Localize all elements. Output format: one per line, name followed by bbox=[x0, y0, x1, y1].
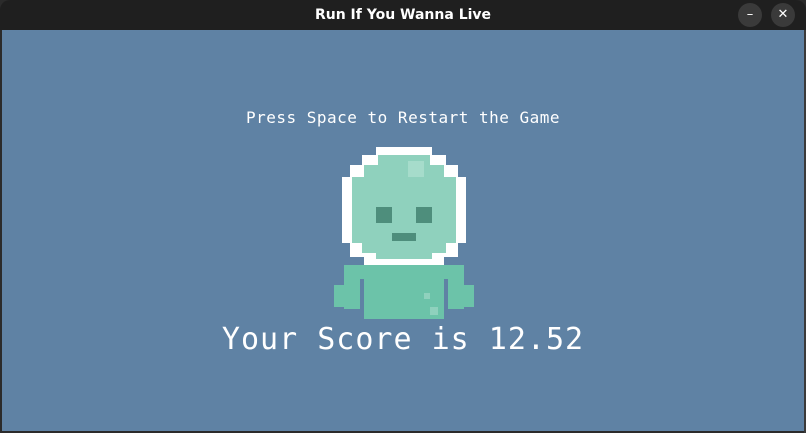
minimize-icon: – bbox=[746, 7, 754, 22]
minimize-button[interactable]: – bbox=[738, 3, 762, 27]
alien-body bbox=[334, 265, 474, 319]
body-spot bbox=[424, 293, 430, 299]
alien-astronaut-sprite bbox=[334, 147, 474, 319]
helmet-shine bbox=[408, 161, 424, 177]
restart-prompt: Press Space to Restart the Game bbox=[245, 108, 561, 127]
window-title: Run If You Wanna Live bbox=[314, 7, 492, 23]
window-titlebar[interactable]: Run If You Wanna Live – ✕ bbox=[0, 0, 806, 30]
close-icon: ✕ bbox=[777, 7, 789, 22]
score-text: Your Score is 12.52 bbox=[221, 322, 585, 357]
alien-face bbox=[352, 155, 456, 259]
body-spot bbox=[430, 307, 438, 315]
game-canvas[interactable]: Press Space to Restart the Game Your Sco… bbox=[2, 30, 804, 431]
close-button[interactable]: ✕ bbox=[771, 3, 795, 27]
